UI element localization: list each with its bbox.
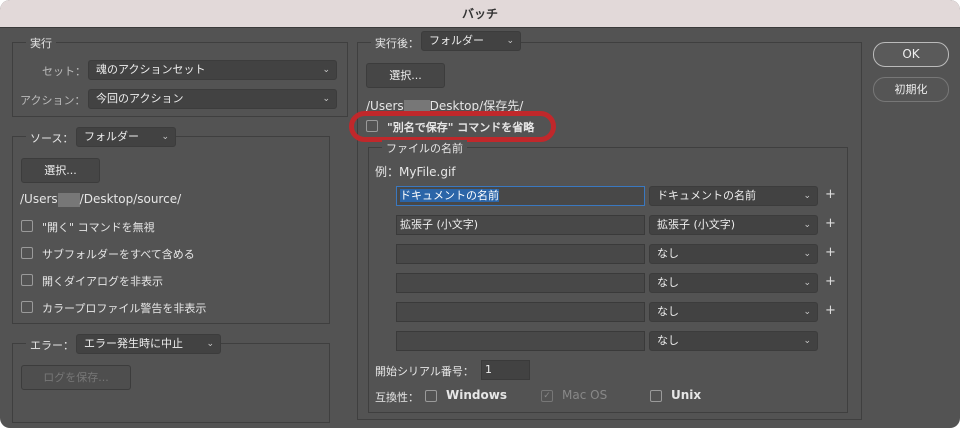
chevron-down-icon: ⌄ (803, 191, 811, 201)
naming-select-value: 拡張子 (小文字) (657, 218, 736, 231)
naming-text-field[interactable] (396, 244, 645, 264)
chevron-down-icon: ⌄ (206, 339, 214, 349)
naming-select-value: なし (657, 305, 679, 318)
action-value: 今回のアクション (96, 92, 184, 105)
naming-select[interactable]: 拡張子 (小文字) ⌄ (649, 215, 818, 235)
chevron-down-icon: ⌄ (803, 307, 811, 317)
unix-label: Unix (671, 388, 702, 402)
naming-text-value: 拡張子 (小文字) (400, 218, 479, 231)
naming-select-value: ドキュメントの名前 (657, 189, 756, 202)
naming-select[interactable]: ドキュメントの名前 ⌄ (649, 186, 818, 206)
add-row-button[interactable]: + (825, 245, 836, 260)
naming-text-field[interactable] (396, 273, 645, 293)
naming-text-field[interactable]: 拡張子 (小文字) (396, 215, 645, 235)
naming-text-field[interactable] (396, 302, 645, 322)
path-prefix: /Users (20, 192, 58, 206)
source-value: フォルダー (84, 130, 139, 143)
file-naming-example: 例：MyFile.gif (375, 165, 456, 179)
chevron-down-icon: ⌄ (322, 94, 330, 104)
windows-checkbox[interactable] (425, 390, 437, 402)
naming-text-value: ドキュメントの名前 (400, 189, 499, 202)
destination-value: フォルダー (429, 34, 484, 47)
chevron-down-icon: ⌄ (803, 278, 811, 288)
macos-checkbox[interactable]: ✓ (541, 390, 553, 402)
destination-label: 実行後： (371, 35, 423, 51)
reset-button[interactable]: 初期化 (873, 77, 949, 102)
source-select[interactable]: フォルダー ⌄ (76, 127, 176, 147)
serial-label: 開始シリアル番号： (375, 365, 474, 378)
override-save-as-checkbox[interactable] (366, 120, 378, 132)
add-row-button[interactable]: + (825, 187, 836, 202)
destination-select[interactable]: フォルダー ⌄ (421, 31, 521, 51)
naming-select[interactable]: なし ⌄ (649, 331, 818, 351)
action-label: アクション： (20, 94, 86, 107)
serial-input[interactable]: 1 (481, 360, 530, 380)
naming-select-value: なし (657, 276, 679, 289)
set-label: セット： (42, 65, 86, 78)
suppress-color-warnings-label: カラープロファイル警告を非表示 (42, 302, 207, 315)
window-title: バッチ (0, 0, 960, 28)
naming-select-value: なし (657, 247, 679, 260)
suppress-color-warnings-checkbox[interactable] (21, 301, 33, 313)
chevron-down-icon: ⌄ (803, 249, 811, 259)
chevron-down-icon: ⌄ (803, 336, 811, 346)
compat-label: 互換性： (375, 391, 419, 404)
source-choose-button[interactable]: 選択... (21, 158, 100, 183)
chevron-down-icon: ⌄ (506, 36, 514, 46)
chevron-down-icon: ⌄ (322, 65, 330, 75)
include-subfolders-label: サブフォルダーをすべて含める (42, 248, 195, 261)
redacted-username (57, 192, 80, 207)
play-legend: 実行 (26, 35, 56, 51)
include-subfolders-checkbox[interactable] (21, 247, 33, 259)
ignore-open-checkbox[interactable] (21, 220, 33, 232)
suppress-open-dialog-checkbox[interactable] (21, 274, 33, 286)
naming-text-field[interactable] (396, 331, 645, 351)
error-label: エラー： (26, 337, 78, 353)
windows-label: Windows (446, 388, 507, 402)
add-row-button[interactable]: + (825, 303, 836, 318)
error-select[interactable]: エラー発生時に中止 ⌄ (76, 334, 221, 354)
file-naming-legend: ファイルの名前 (382, 140, 467, 156)
naming-select[interactable]: なし ⌄ (649, 302, 818, 322)
chevron-down-icon: ⌄ (803, 220, 811, 230)
save-log-button[interactable]: ログを保存... (21, 365, 131, 390)
suppress-open-dialog-label: 開くダイアログを非表示 (42, 275, 163, 288)
naming-select[interactable]: なし ⌄ (649, 244, 818, 264)
naming-select[interactable]: なし ⌄ (649, 273, 818, 293)
source-path: /Users/Desktop/source/ (20, 192, 181, 207)
add-row-button[interactable]: + (825, 274, 836, 289)
destination-choose-button[interactable]: 選択... (366, 63, 445, 88)
action-select[interactable]: 今回のアクション ⌄ (88, 89, 337, 109)
add-row-button[interactable]: + (825, 216, 836, 231)
ignore-open-label: "開く" コマンドを無視 (42, 221, 155, 234)
source-label: ソース： (26, 130, 78, 146)
naming-select-value: なし (657, 334, 679, 347)
naming-text-field[interactable]: ドキュメントの名前 (396, 186, 645, 206)
chevron-down-icon: ⌄ (161, 132, 169, 142)
unix-checkbox[interactable] (650, 390, 662, 402)
set-value: 魂のアクションセット (96, 63, 206, 76)
error-value: エラー発生時に中止 (84, 337, 183, 350)
batch-dialog: バッチ 実行 セット： 魂のアクションセット ⌄ アクション： 今回のアクション ⌄… (0, 0, 960, 428)
path-suffix: /Desktop/source/ (79, 192, 182, 206)
ok-button[interactable]: OK (873, 42, 949, 67)
macos-label: Mac OS (562, 388, 608, 402)
set-select[interactable]: 魂のアクションセット ⌄ (88, 60, 337, 80)
override-save-as-label: "別名で保存" コマンドを省略 (387, 121, 535, 134)
